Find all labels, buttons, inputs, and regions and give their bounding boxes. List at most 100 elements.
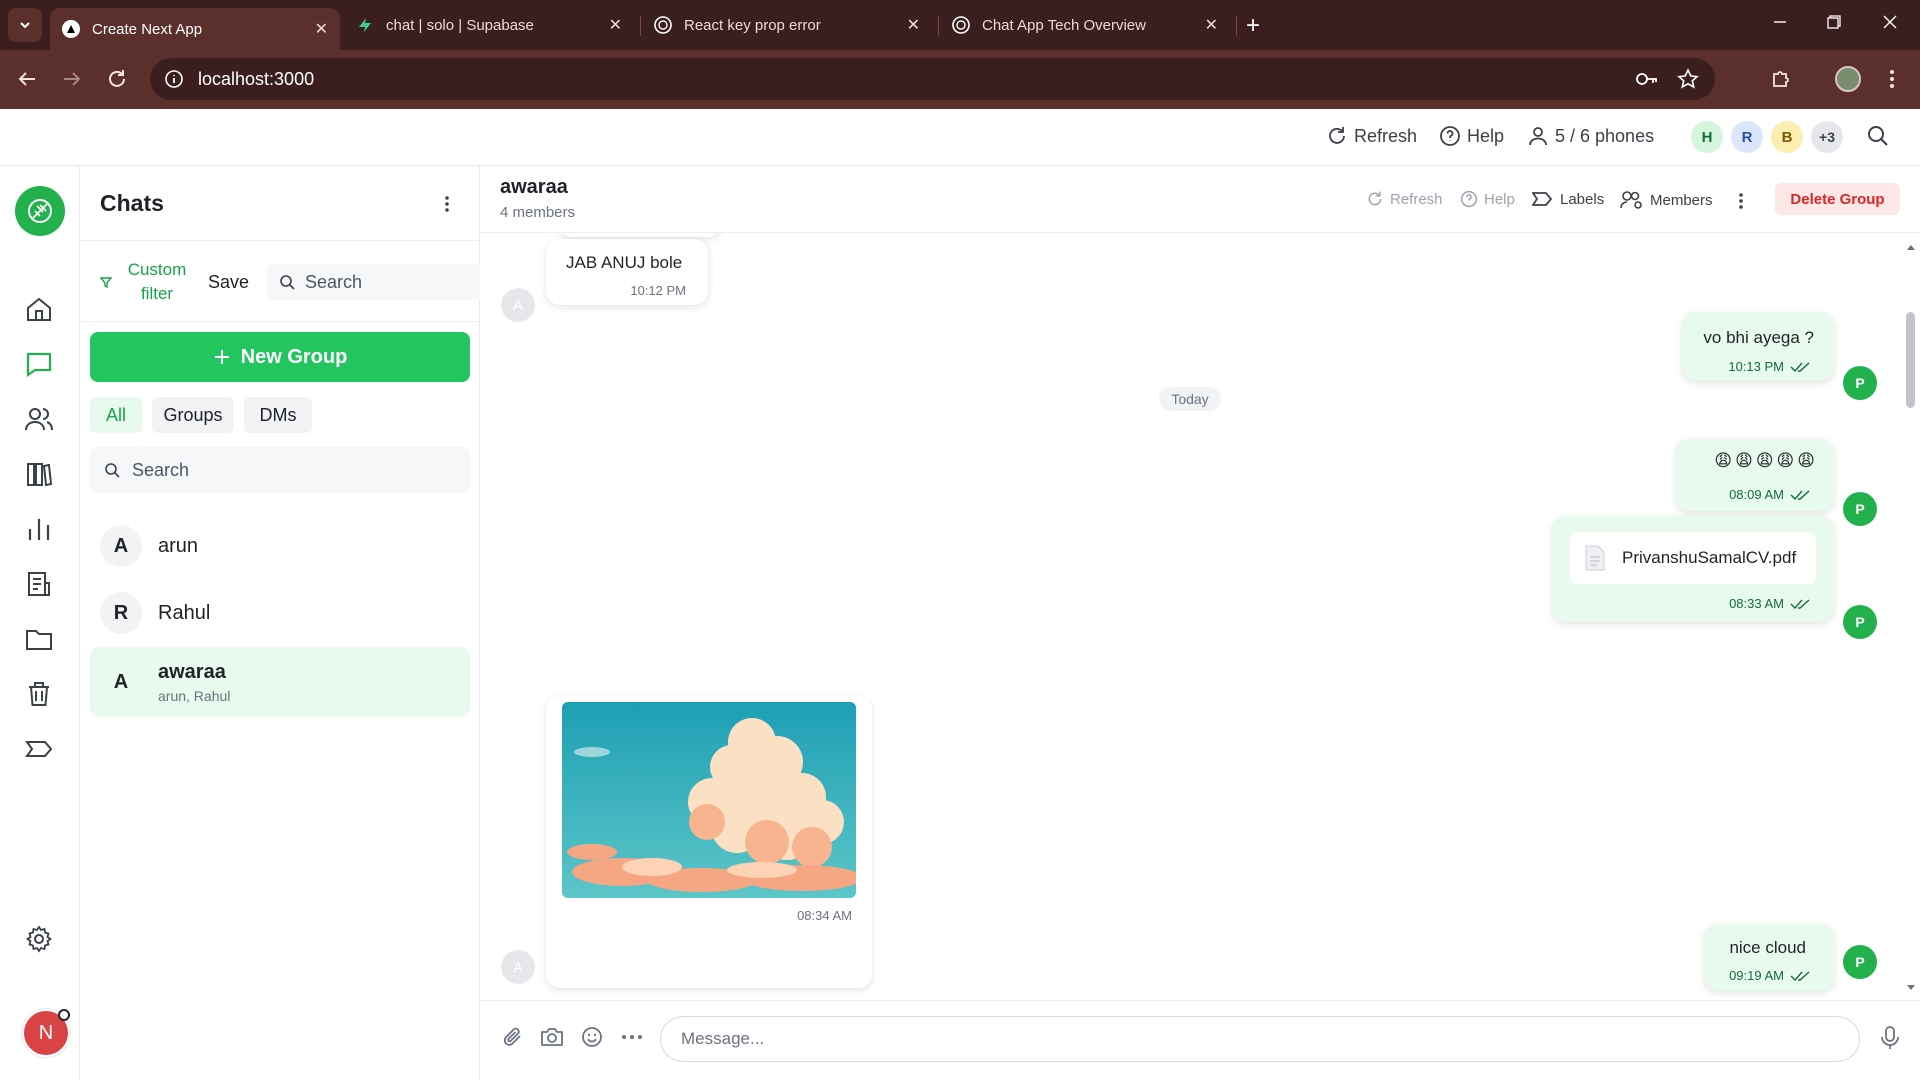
chat-list-item[interactable]: R Rahul	[90, 578, 470, 648]
address-bar[interactable]: localhost:3000	[150, 58, 1715, 100]
delete-group-button[interactable]: Delete Group	[1775, 183, 1900, 215]
restore-button[interactable]	[1824, 12, 1844, 32]
tab-title: chat | solo | Supabase	[386, 16, 534, 34]
bookmark-star-icon[interactable]	[1677, 68, 1699, 90]
chats-menu-button[interactable]	[443, 193, 451, 215]
new-group-label: New Group	[240, 345, 348, 368]
message-bubble-outgoing[interactable]: nice cloud 09:19 AM	[1704, 924, 1834, 991]
double-check-icon	[1790, 489, 1810, 500]
message-bubble-outgoing[interactable]: 😩😩😩😩😩 08:09 AM	[1676, 439, 1834, 511]
header-help-button[interactable]: Help	[1439, 125, 1504, 147]
chats-panel: Chats Custom filter Save Search New Grou…	[80, 166, 480, 1080]
app-logo[interactable]	[15, 186, 65, 236]
reload-button[interactable]	[106, 68, 128, 90]
navigation-rail: N	[0, 166, 80, 1080]
close-tab-icon[interactable]: ✕	[907, 15, 920, 35]
filter-tab-groups[interactable]: Groups	[152, 397, 234, 433]
site-info-icon[interactable]	[164, 69, 184, 89]
close-tab-icon[interactable]: ✕	[609, 15, 622, 35]
chat-search-input[interactable]: Search	[90, 447, 470, 493]
close-tab-icon[interactable]: ✕	[1205, 15, 1218, 35]
message-bubble-outgoing-file[interactable]: PrivanshuSamalCV.pdf 08:33 AM	[1552, 516, 1834, 622]
sender-avatar: A	[501, 288, 535, 322]
tab-search-button[interactable]	[8, 8, 42, 42]
new-group-button[interactable]: New Group	[90, 332, 470, 382]
scroll-up-arrow[interactable]	[1904, 240, 1918, 254]
more-actions-button[interactable]	[621, 1034, 643, 1040]
labels-button[interactable]: Labels	[1532, 190, 1604, 208]
avatar[interactable]: R	[1731, 121, 1763, 153]
kebab-menu-icon	[445, 196, 449, 212]
plus-icon	[214, 350, 229, 364]
chats-nav-button[interactable]	[24, 349, 54, 379]
trash-nav-button[interactable]	[24, 679, 54, 709]
members-button[interactable]: Members	[1620, 190, 1713, 210]
conversation-refresh-button[interactable]: Refresh	[1366, 190, 1443, 208]
message-bubble[interactable]: JAB ANUJ bole 10:12 PM	[546, 239, 708, 305]
library-nav-button[interactable]	[24, 459, 54, 489]
header-refresh-button[interactable]: Refresh	[1326, 125, 1417, 147]
analytics-nav-button[interactable]	[24, 514, 54, 544]
tab-supabase[interactable]: chat | solo | Supabase ✕	[344, 8, 634, 42]
back-button[interactable]	[16, 68, 38, 90]
extensions-button[interactable]	[1770, 68, 1792, 90]
tab-create-next-app[interactable]: Create Next App ✕	[50, 8, 340, 50]
header-search-button[interactable]	[1866, 124, 1890, 148]
kebab-menu-icon	[1739, 193, 1743, 209]
new-tab-button[interactable]: +	[1246, 12, 1260, 40]
close-window-button[interactable]	[1880, 12, 1900, 32]
save-filter-button[interactable]: Save	[208, 272, 249, 293]
avatar[interactable]: H	[1691, 121, 1723, 153]
file-attachment[interactable]: PrivanshuSamalCV.pdf	[1570, 532, 1816, 584]
chat-list-item[interactable]: A arun	[90, 511, 470, 581]
chat-name: arun	[158, 534, 199, 557]
minimize-button[interactable]	[1770, 12, 1790, 32]
custom-filter-button[interactable]: Custom filter	[100, 258, 200, 306]
tab-react-key-prop[interactable]: React key prop error ✕	[642, 8, 932, 42]
voice-record-button[interactable]	[1880, 1026, 1900, 1050]
conversation-help-button[interactable]: Help	[1460, 190, 1515, 208]
profile-avatar[interactable]	[1835, 66, 1861, 92]
conversation-menu-button[interactable]	[1737, 190, 1745, 212]
cloud-image[interactable]	[562, 702, 856, 898]
tab-title: Create Next App	[92, 20, 203, 38]
members-label: Members	[1650, 191, 1713, 209]
message-bubble-outgoing[interactable]: vo bhi ayega ? 10:13 PM	[1682, 312, 1834, 381]
browser-menu-button[interactable]	[1888, 68, 1896, 90]
help-label: Help	[1467, 125, 1505, 146]
message-bubble[interactable]	[560, 233, 720, 237]
tag-icon	[1532, 192, 1553, 206]
filter-tab-all[interactable]: All	[90, 397, 142, 433]
filter-tab-dms[interactable]: DMs	[244, 397, 312, 433]
custom-filter-label: Custom filter	[127, 260, 187, 303]
filter-search-input[interactable]: Search	[267, 264, 480, 300]
close-tab-icon[interactable]: ✕	[315, 19, 328, 39]
attach-button[interactable]	[502, 1026, 524, 1048]
contacts-nav-button[interactable]	[24, 404, 54, 434]
help-label: Help	[1484, 190, 1515, 208]
sender-avatar: P	[1843, 366, 1877, 400]
forward-button[interactable]	[61, 68, 83, 90]
messages-area[interactable]: A JAB ANUJ bole 10:12 PM vo bhi ayega ? …	[480, 233, 1904, 997]
message-input[interactable]: Message...	[660, 1016, 1860, 1062]
emoji-button[interactable]	[581, 1026, 603, 1048]
scrollbar-thumb[interactable]	[1906, 312, 1915, 408]
chatgpt-favicon-icon	[654, 16, 672, 34]
chat-bubble-icon	[26, 352, 52, 378]
settings-nav-button[interactable]	[24, 924, 54, 954]
minimize-icon	[1774, 21, 1786, 23]
more-avatars-badge[interactable]: +3	[1811, 121, 1843, 153]
url-text[interactable]: localhost:3000	[198, 69, 314, 90]
files-nav-button[interactable]	[24, 624, 54, 654]
scroll-down-arrow[interactable]	[1904, 981, 1918, 995]
avatar[interactable]: B	[1771, 121, 1803, 153]
reports-nav-button[interactable]	[24, 569, 54, 599]
message-bubble-image[interactable]: 08:34 AM	[546, 696, 872, 988]
chat-list-item-selected[interactable]: A awaraa arun, Rahul	[90, 647, 470, 717]
phones-status[interactable]: 5 / 6 phones	[1527, 125, 1654, 147]
home-nav-button[interactable]	[24, 294, 54, 324]
tab-chat-app-overview[interactable]: Chat App Tech Overview ✕	[940, 8, 1230, 42]
camera-button[interactable]	[540, 1026, 564, 1048]
password-key-icon[interactable]	[1635, 69, 1659, 89]
labels-nav-button[interactable]	[24, 734, 54, 764]
